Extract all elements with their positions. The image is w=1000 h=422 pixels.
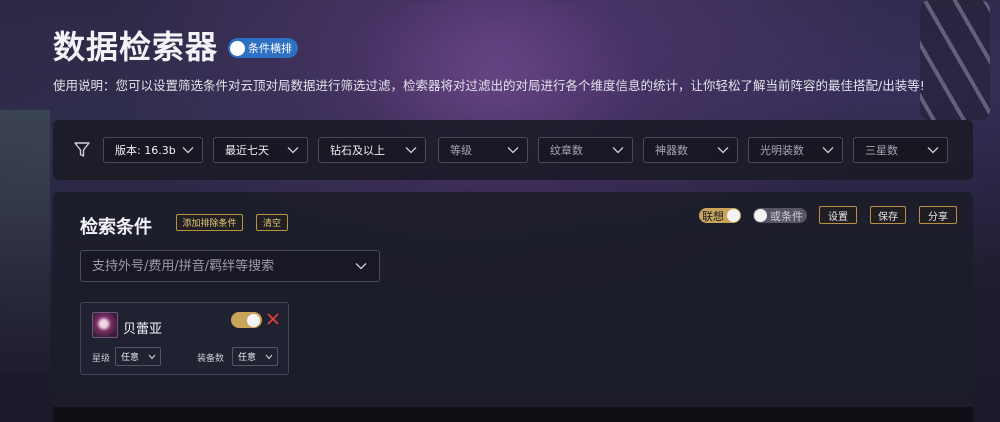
results-panel <box>53 407 973 422</box>
radiant-count-dropdown[interactable]: 光明装数 <box>748 137 843 163</box>
chevron-down-icon <box>612 147 624 154</box>
layout-toggle-label: 条件横排 <box>248 42 293 55</box>
page-title: 数据检索器 <box>53 28 219 66</box>
chevron-down-icon <box>822 147 834 154</box>
share-button[interactable]: 分享 <box>919 206 957 224</box>
add-exclude-condition-button[interactable]: 添加排除条件 <box>176 214 243 231</box>
chevron-down-icon <box>265 354 273 359</box>
emblem-count-dropdown-label: 纹章数 <box>550 144 583 157</box>
time-range-dropdown-label: 最近七天 <box>225 144 269 157</box>
artifact-count-dropdown-label: 神器数 <box>655 144 688 157</box>
champion-avatar <box>92 312 118 338</box>
suggest-toggle-label: 联想 <box>702 209 724 223</box>
champion-enable-toggle[interactable] <box>231 312 262 328</box>
item-count-label: 装备数 <box>197 354 225 364</box>
chevron-down-icon <box>287 147 299 154</box>
search-input[interactable] <box>92 258 342 274</box>
settings-button[interactable]: 设置 <box>819 206 857 224</box>
toggle-knob <box>727 209 740 222</box>
panel-title: 检索条件 <box>80 217 152 238</box>
search-conditions-panel: 检索条件 添加排除条件 清空 联想 或条件 设置 保存 分享 贝蕾亚 星级 任意… <box>53 192 973 395</box>
chevron-down-icon <box>182 147 194 154</box>
artifact-count-dropdown[interactable]: 神器数 <box>643 137 738 163</box>
version-dropdown-label: 版本: 16.3b <box>115 144 176 157</box>
chevron-down-icon <box>927 147 939 154</box>
rank-dropdown[interactable]: 钻石及以上 <box>318 137 426 163</box>
time-range-dropdown[interactable]: 最近七天 <box>213 137 308 163</box>
chevron-down-icon <box>507 147 519 154</box>
champion-search[interactable] <box>80 250 380 282</box>
three-star-count-dropdown-label: 三星数 <box>865 144 898 157</box>
rank-dropdown-label: 钻石及以上 <box>330 144 385 157</box>
filter-icon[interactable] <box>73 141 91 159</box>
layout-toggle[interactable]: 条件横排 <box>228 38 299 58</box>
or-condition-toggle-label: 或条件 <box>770 209 803 223</box>
champion-condition-card: 贝蕾亚 星级 任意 装备数 任意 <box>80 302 289 375</box>
chevron-down-icon <box>148 354 156 359</box>
toggle-knob <box>754 209 767 222</box>
or-condition-toggle[interactable]: 或条件 <box>753 208 807 223</box>
star-level-dropdown[interactable]: 任意 <box>115 347 161 366</box>
filter-bar: 版本: 16.3b 最近七天 钻石及以上 等级 纹章数 神器数 光明装数 三星数 <box>53 120 973 180</box>
suggest-toggle[interactable]: 联想 <box>699 208 741 223</box>
champion-name: 贝蕾亚 <box>123 322 163 337</box>
radiant-count-dropdown-label: 光明装数 <box>760 144 804 157</box>
save-button[interactable]: 保存 <box>870 206 906 224</box>
item-count-dropdown[interactable]: 任意 <box>232 347 278 366</box>
version-dropdown[interactable]: 版本: 16.3b <box>103 137 203 163</box>
emblem-count-dropdown[interactable]: 纹章数 <box>538 137 633 163</box>
title-row: 数据检索器 条件横排 <box>53 22 299 68</box>
close-icon[interactable] <box>267 313 279 325</box>
three-star-count-dropdown[interactable]: 三星数 <box>853 137 948 163</box>
clear-button[interactable]: 清空 <box>256 214 288 231</box>
chevron-down-icon <box>717 147 729 154</box>
star-level-value: 任意 <box>121 353 140 363</box>
toggle-knob <box>230 40 246 56</box>
chevron-down-icon <box>405 147 417 154</box>
level-dropdown-label: 等级 <box>450 144 472 157</box>
star-level-label: 星级 <box>92 354 111 364</box>
usage-description: 使用说明：您可以设置筛选条件对云顶对局数据进行筛选过滤，检索器将对过滤出的对局进… <box>53 78 925 93</box>
item-count-value: 任意 <box>238 353 257 363</box>
toggle-knob <box>247 313 260 327</box>
level-dropdown[interactable]: 等级 <box>438 137 528 163</box>
chevron-down-icon[interactable] <box>355 262 367 270</box>
